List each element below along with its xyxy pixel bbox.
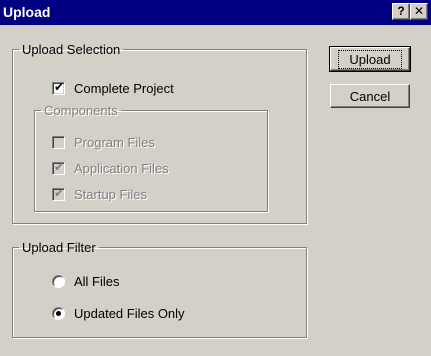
startup-files-checkbox[interactable]: ✔ Startup Files xyxy=(52,185,147,203)
program-files-label: Program Files xyxy=(74,134,155,150)
check-mark-icon: ✔ xyxy=(54,79,65,94)
complete-project-checkbox[interactable]: ✔ Complete Project xyxy=(52,79,174,97)
upload-button[interactable]: Upload xyxy=(329,46,411,72)
cancel-button[interactable]: Cancel xyxy=(330,84,410,108)
title-bar: Upload ? ✕ xyxy=(0,0,431,25)
all-files-label: All Files xyxy=(74,273,120,289)
upload-button-label: Upload xyxy=(338,49,402,69)
check-mark-icon: ✔ xyxy=(54,185,65,200)
updated-files-only-radio[interactable]: Updated Files Only xyxy=(52,304,185,322)
updated-files-only-label: Updated Files Only xyxy=(74,305,185,321)
program-files-checkbox[interactable]: Program Files xyxy=(52,133,155,151)
window-title: Upload xyxy=(3,4,51,20)
check-mark-icon: ✔ xyxy=(54,159,65,174)
radio-dot-icon xyxy=(56,310,61,316)
startup-files-label: Startup Files xyxy=(74,186,147,202)
all-files-radio[interactable]: All Files xyxy=(52,272,120,290)
application-files-label: Application Files xyxy=(74,160,169,176)
checkbox-box[interactable]: ✔ xyxy=(52,185,65,201)
checkbox-box[interactable] xyxy=(52,135,65,149)
close-button[interactable]: ✕ xyxy=(410,3,428,20)
checkbox-box[interactable]: ✔ xyxy=(52,79,65,95)
cancel-button-label: Cancel xyxy=(349,88,391,104)
help-button[interactable]: ? xyxy=(392,3,410,20)
complete-project-label: Complete Project xyxy=(74,80,174,96)
radio-circle[interactable] xyxy=(52,274,65,288)
components-legend: Components xyxy=(44,103,118,118)
checkbox-box[interactable]: ✔ xyxy=(52,159,65,175)
application-files-checkbox[interactable]: ✔ Application Files xyxy=(52,159,169,177)
radio-circle[interactable] xyxy=(52,306,65,320)
upload-selection-legend: Upload Selection xyxy=(22,42,121,57)
upload-filter-legend: Upload Filter xyxy=(22,240,96,255)
